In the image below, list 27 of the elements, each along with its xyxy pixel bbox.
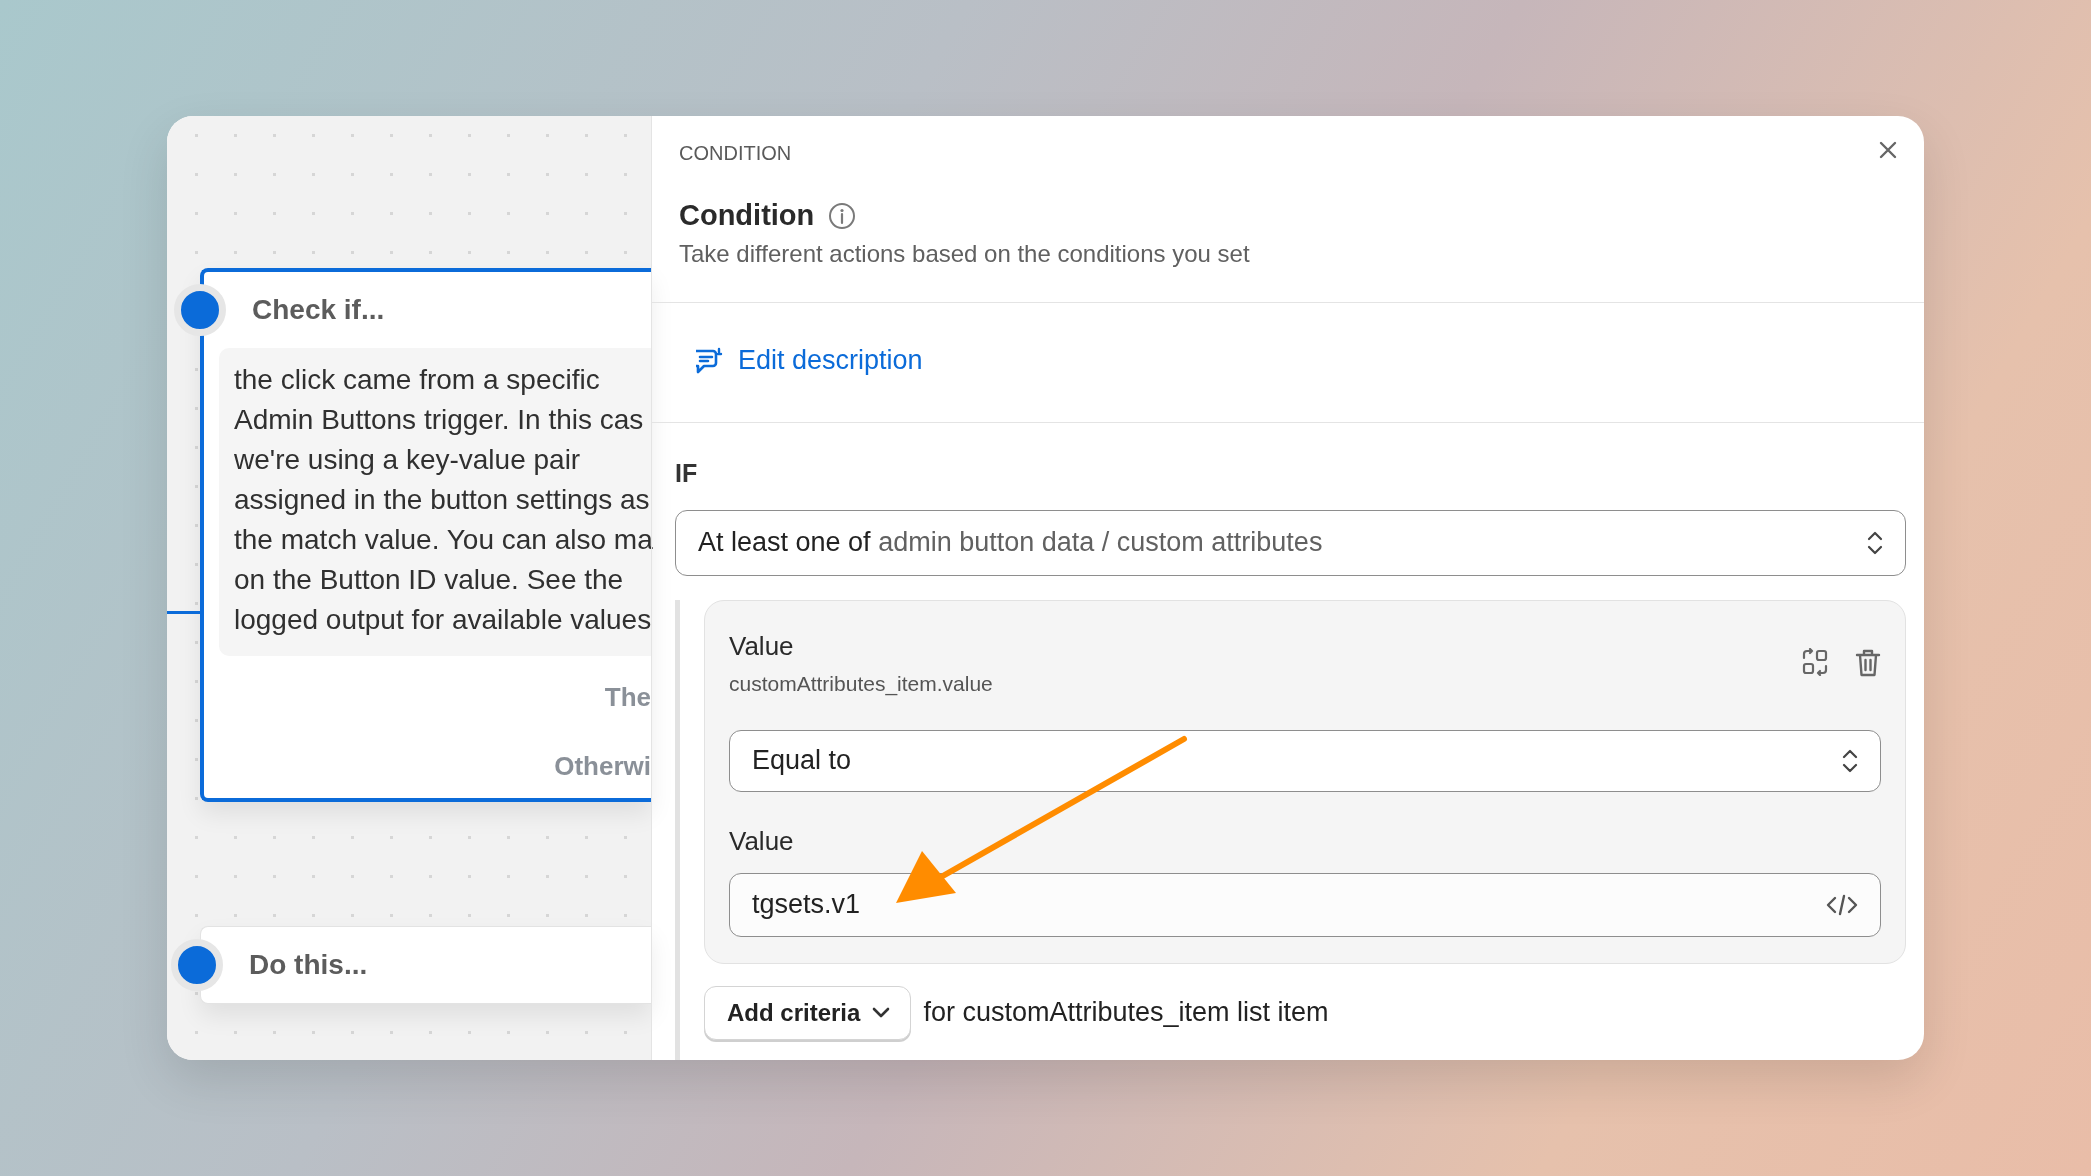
- if-label: IF: [675, 458, 699, 488]
- chevrons-icon: [1867, 529, 1883, 556]
- info-icon[interactable]: [828, 201, 857, 230]
- operator-select[interactable]: Equal to: [729, 729, 1881, 792]
- panel-title: Condition: [679, 199, 815, 232]
- add-criteria-button[interactable]: Add criteria: [704, 985, 912, 1040]
- value-field[interactable]: tgsets.v1: [729, 872, 1881, 937]
- delete-button[interactable]: [1855, 648, 1881, 678]
- value-label: Value: [729, 825, 795, 857]
- branch-label: The: [604, 682, 651, 713]
- swap-button[interactable]: [1801, 648, 1829, 678]
- panel-subtitle: Take different actions based on the conditions you set: [679, 240, 1251, 268]
- branch-label: Otherwi: [554, 751, 651, 782]
- node-handle[interactable]: [171, 939, 223, 991]
- panel-eyebrow: CONDITION: [679, 142, 792, 165]
- scope-select[interactable]: At least one of admin button data / custom attributes: [675, 509, 1906, 576]
- code-icon[interactable]: [1826, 893, 1858, 916]
- chevrons-icon: [1842, 747, 1858, 774]
- criterion-label: Value: [729, 630, 794, 661]
- caret-icon: [872, 1006, 891, 1019]
- node-handle[interactable]: [174, 284, 226, 336]
- card-title: Check if...: [252, 294, 385, 326]
- condition-description: the click came from a specific Admin Buttons trigger. In this cas we're using a key-value pair assigned in the button settings as the match value. You can also ma on the Button ID value. See the logged output for available values: [219, 348, 651, 656]
- edit-description-link[interactable]: Edit description: [692, 345, 923, 376]
- criterion-path: customAttributes_item.value: [729, 671, 993, 696]
- card-title: Do this...: [249, 949, 368, 981]
- criteria-scope-text: for customAttributes_item list item: [923, 997, 1329, 1028]
